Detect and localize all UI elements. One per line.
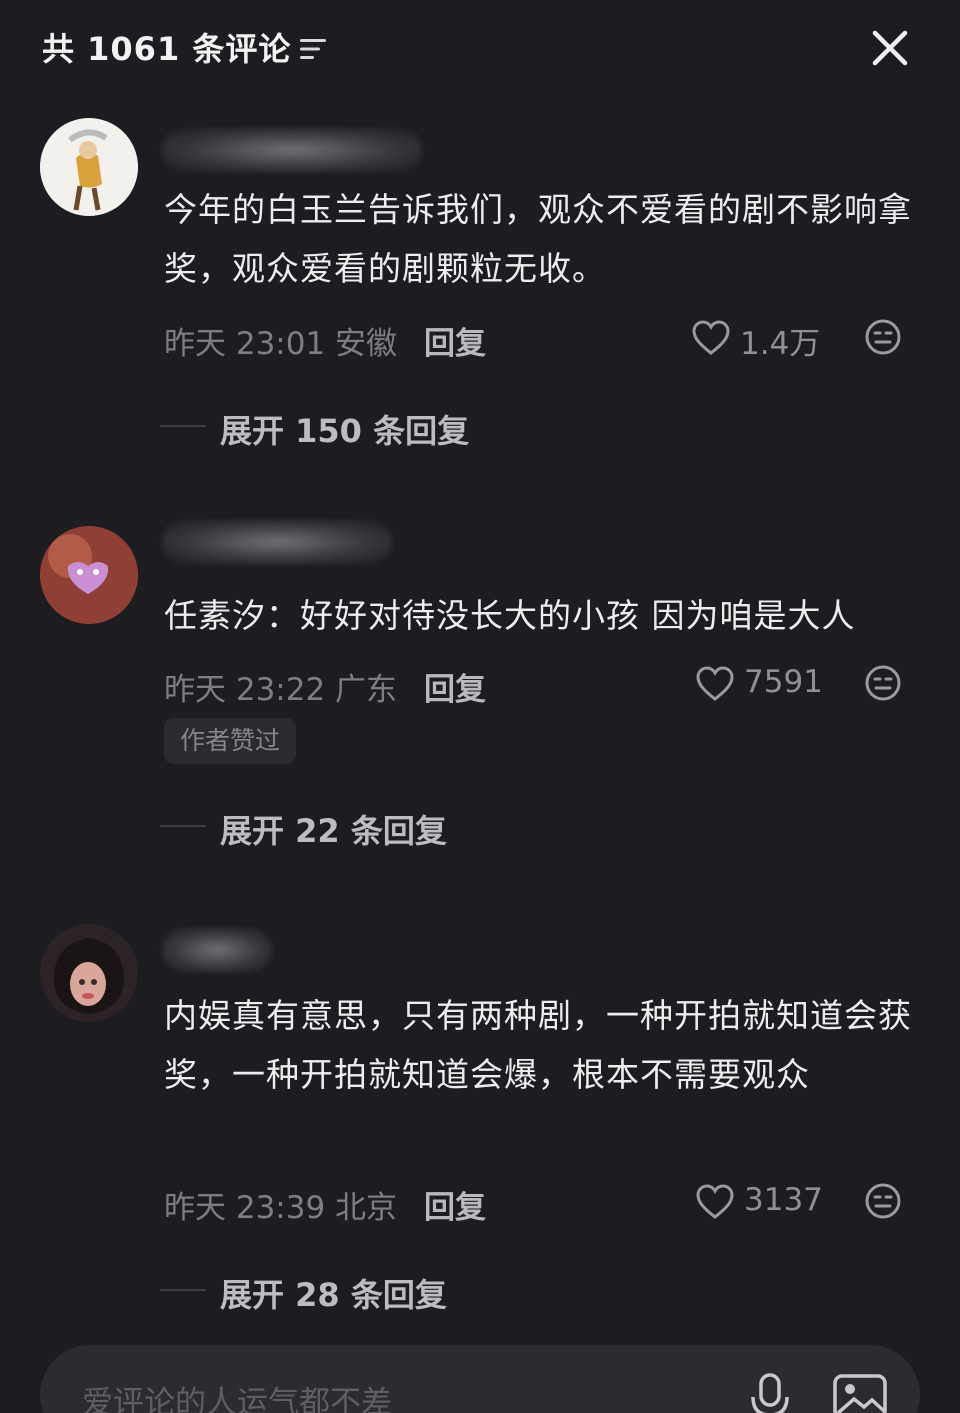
comment-meta: 昨天 23:39 北京 回复 3137: [164, 1176, 924, 1226]
expand-replies-button[interactable]: 展开 28 条回复: [160, 1264, 660, 1314]
heart-icon: [696, 1184, 734, 1219]
expand-replies-label: 展开 28 条回复: [220, 1276, 447, 1314]
divider-line: [160, 1289, 206, 1291]
username-redacted: [162, 928, 272, 972]
emoji-icon[interactable]: [864, 1182, 902, 1220]
comments-header: 共 1061 条评论: [0, 0, 960, 95]
comment-time-location: 昨天 23:22 广东: [164, 672, 398, 708]
comment-time-location: 昨天 23:39 北京: [164, 1190, 398, 1226]
like-count: 1.4万: [740, 326, 821, 362]
avatar[interactable]: [40, 924, 138, 1022]
comment-time-location: 昨天 23:01 安徽: [164, 326, 398, 362]
reply-button[interactable]: 回复: [424, 664, 486, 709]
expand-replies-label: 展开 22 条回复: [220, 812, 447, 850]
image-icon[interactable]: [832, 1373, 888, 1413]
expand-replies-button[interactable]: 展开 150 条回复: [160, 400, 660, 450]
comment-text: 任素汐：好好对待没长大的小孩 因为咱是大人: [164, 596, 856, 635]
comment-input-bar[interactable]: 爱评论的人运气都不差: [40, 1345, 920, 1413]
heart-icon: [696, 666, 734, 701]
expand-replies-button[interactable]: 展开 22 条回复: [160, 800, 660, 850]
comment-text: 今年的白玉兰告诉我们，观众不爱看的剧不影响拿奖，观众爱看的剧颗粒无收。: [164, 190, 912, 288]
author-liked-badge: 作者赞过: [164, 718, 297, 764]
username-redacted: [162, 128, 422, 172]
emoji-icon[interactable]: [864, 318, 902, 356]
like-button[interactable]: 3137: [696, 1180, 836, 1224]
heart-icon: [692, 320, 730, 355]
like-count: 3137: [744, 1182, 823, 1218]
reply-button[interactable]: 回复: [424, 1182, 486, 1227]
expand-replies-label: 展开 150 条回复: [220, 412, 470, 450]
comment-meta: 昨天 23:22 广东 回复 7591: [164, 658, 924, 708]
divider-line: [160, 425, 206, 427]
comment-text: 内娱真有意思，只有两种剧，一种开拍就知道会获奖，一种开拍就知道会爆，根本不需要观…: [164, 996, 912, 1094]
avatar[interactable]: [40, 118, 138, 216]
like-button[interactable]: 7591: [696, 662, 836, 706]
like-count: 7591: [744, 664, 823, 700]
comment-count-title: 共 1061 条评论: [42, 30, 292, 68]
comment-meta: 昨天 23:01 安徽 回复 1.4万: [164, 312, 924, 362]
emoji-icon[interactable]: [864, 664, 902, 702]
like-button[interactable]: 1.4万: [692, 316, 832, 362]
close-icon[interactable]: [868, 26, 912, 70]
reply-button[interactable]: 回复: [424, 318, 486, 363]
divider-line: [160, 825, 206, 827]
avatar[interactable]: [40, 526, 138, 624]
filter-icon[interactable]: [298, 36, 328, 62]
microphone-icon[interactable]: [748, 1373, 792, 1413]
username-redacted: [162, 520, 392, 564]
comment-input-placeholder[interactable]: 爱评论的人运气都不差: [82, 1377, 392, 1413]
